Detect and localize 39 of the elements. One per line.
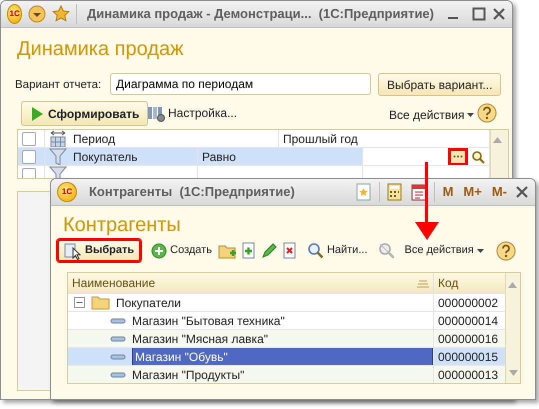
table-row[interactable]: Магазин "Продукты" 000000013 (68, 366, 506, 383)
table-cell-text: 000000014 (438, 312, 498, 329)
table-row[interactable]: Покупатель Равно (18, 148, 490, 166)
table-row[interactable]: Покупатели 000000002 (68, 294, 506, 312)
table-cell-text: 000000013 (438, 366, 498, 383)
memory-button[interactable]: M (440, 182, 456, 202)
select-button[interactable]: Выбрать (57, 239, 142, 262)
table-cell-text: Равно (202, 148, 236, 165)
table-cell-text: Покупатели (116, 294, 181, 311)
table-cell-text: 000000015 (438, 348, 498, 365)
column-header[interactable]: Наименование (72, 274, 156, 292)
table-cell-text: Магазин "Продукты" (132, 366, 244, 383)
generate-button[interactable]: Сформировать (21, 101, 148, 126)
window-heading: Динамика продаж (17, 37, 184, 62)
table-cell-text: 000000002 (438, 294, 498, 311)
all-actions-button[interactable]: Все действия (402, 242, 486, 259)
table-cell-text: Магазин "Бытовая техника" (132, 312, 285, 329)
table-row[interactable]: Магазин "Мясная лавка" 000000016 (68, 330, 506, 348)
table-cell: Магазин "Обувь" (132, 348, 433, 365)
window-title: Контрагенты (1С:Предприятие) (89, 183, 295, 202)
memory-button[interactable]: M- (490, 182, 509, 202)
all-actions-button[interactable]: Все действия (387, 106, 476, 124)
logo-icon: 1С (57, 182, 77, 202)
choose-variant-button[interactable]: Выбрать вариант... (378, 73, 502, 96)
variant-field[interactable]: Диаграмма по периодам (110, 73, 371, 95)
logo-icon: 1С (7, 4, 22, 24)
create-button[interactable]: Создать (149, 242, 214, 259)
table-row[interactable]: Магазин "Обувь" 000000015 (68, 348, 506, 366)
column-header[interactable]: Код (438, 274, 458, 292)
table-cell-text: 000000016 (438, 330, 498, 347)
table-cell-text: Период (73, 130, 116, 147)
table-cell-text: Магазин "Мясная лавка" (132, 330, 268, 347)
table-cell-text: Прошлый год (283, 130, 358, 147)
memory-button[interactable]: M+ (461, 182, 484, 202)
table-cell-text: Покупатель (73, 148, 138, 165)
field-label: Вариант отчета: (15, 78, 102, 93)
window-title: Динамика продаж - Демонстраци... (1С:Предприятие) (87, 5, 434, 24)
find-button[interactable]: Найти... (304, 242, 370, 259)
window-heading: Контрагенты (63, 213, 181, 238)
